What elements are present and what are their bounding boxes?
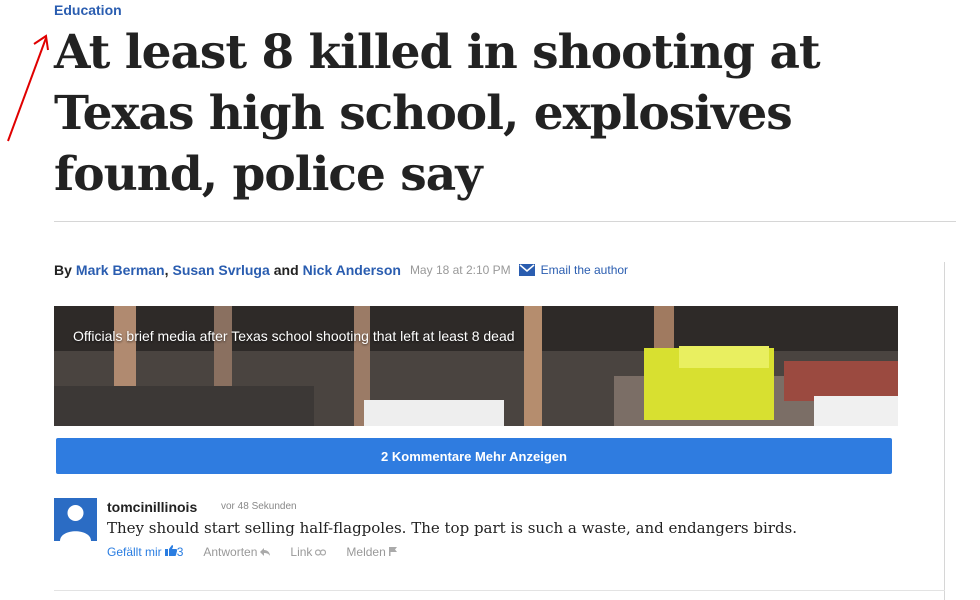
comment-timestamp: vor 48 Sekunden [221, 501, 297, 512]
like-count: 3 [176, 545, 184, 559]
headline: At least 8 killed in shooting at Texas h… [54, 25, 821, 202]
avatar-icon[interactable] [54, 498, 97, 541]
reply-button[interactable]: Antworten [203, 545, 271, 559]
author-link-1[interactable]: Mark Berman [76, 262, 165, 278]
section-label[interactable]: Education [54, 2, 122, 18]
byline-comma: , [164, 262, 169, 278]
show-more-comments-button[interactable]: 2 Kommentare Mehr Anzeigen [56, 438, 892, 474]
comment-divider [54, 590, 945, 591]
link-label: Link [290, 545, 313, 559]
byline-and: and [273, 262, 299, 278]
reply-icon [260, 545, 271, 559]
publish-date: May 18 at 2:10 PM [409, 263, 511, 277]
author-link-2[interactable]: Susan Svrluga [173, 262, 270, 278]
thumbs-up-icon [164, 545, 177, 559]
like-label: Gefällt mir [107, 545, 162, 559]
link-button[interactable]: Link [290, 545, 327, 559]
comment-text: They should start selling half-flagpoles… [107, 519, 798, 537]
author-link-3[interactable]: Nick Anderson [303, 262, 401, 278]
flag-icon [388, 545, 397, 559]
video-thumbnail [54, 306, 898, 426]
mail-icon[interactable] [518, 264, 535, 276]
byline-by: By [54, 262, 72, 278]
video-player[interactable]: Officials brief media after Texas school… [54, 306, 898, 426]
email-author-link[interactable]: Email the author [541, 263, 628, 277]
byline: By Mark Berman, Susan Svrluga and Nick A… [54, 262, 628, 278]
vertical-divider [944, 262, 945, 600]
divider [54, 221, 956, 222]
like-button[interactable]: Gefällt mir 3 [107, 545, 183, 559]
comment-username[interactable]: tomcinillinois [107, 499, 197, 515]
red-arrow-annotation-icon [7, 34, 49, 142]
video-caption: Officials brief media after Texas school… [73, 328, 515, 344]
report-label: Melden [346, 545, 386, 559]
comment-actions: Gefällt mir 3 Antworten Link Melden [107, 545, 397, 559]
report-button[interactable]: Melden [346, 545, 397, 559]
reply-label: Antworten [203, 545, 258, 559]
link-icon [315, 545, 327, 559]
